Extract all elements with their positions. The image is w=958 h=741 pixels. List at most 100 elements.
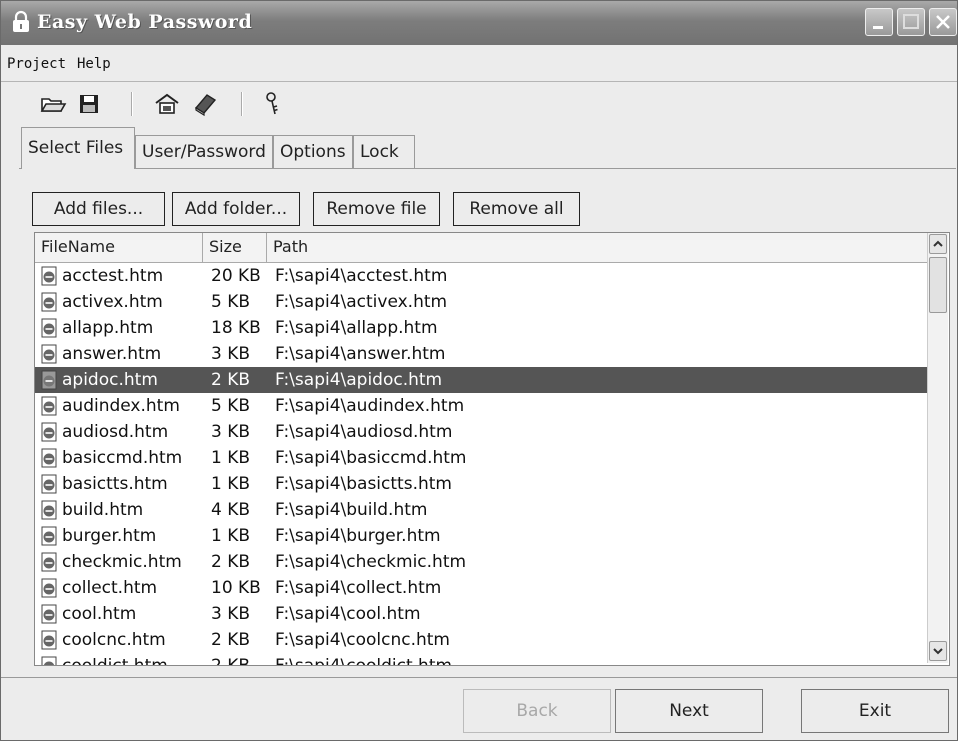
home-icon[interactable] xyxy=(153,90,181,118)
scroll-up-button[interactable] xyxy=(929,234,947,254)
scroll-down-button[interactable] xyxy=(929,641,947,661)
file-size: 3 KB xyxy=(211,604,251,624)
remove-file-button[interactable]: Remove file xyxy=(313,192,440,226)
file-name: burger.htm xyxy=(62,526,157,546)
file-row[interactable]: audindex.htm 5 KB F:\sapi4\audindex.htm xyxy=(35,393,927,419)
title-bar[interactable]: Easy Web Password xyxy=(1,1,957,45)
file-row[interactable]: burger.htm 1 KB F:\sapi4\burger.htm xyxy=(35,523,927,549)
file-path: F:\sapi4\checkmic.htm xyxy=(275,552,467,572)
maximize-button[interactable] xyxy=(897,8,925,36)
file-row[interactable]: checkmic.htm 2 KB F:\sapi4\checkmic.htm xyxy=(35,549,927,575)
close-button[interactable] xyxy=(929,8,957,36)
file-name: build.htm xyxy=(62,500,144,520)
file-path: F:\sapi4\coolcnc.htm xyxy=(275,630,450,650)
chevron-up-icon xyxy=(933,240,943,247)
html-file-icon xyxy=(41,344,57,364)
remove-all-button[interactable]: Remove all xyxy=(453,192,580,226)
column-header-filename[interactable]: FileName xyxy=(35,233,203,262)
html-file-icon xyxy=(41,552,57,572)
file-size: 5 KB xyxy=(211,396,251,416)
scroll-thumb[interactable] xyxy=(929,257,947,313)
file-name: checkmic.htm xyxy=(62,552,182,572)
file-row[interactable]: cool.htm 3 KB F:\sapi4\cool.htm xyxy=(35,601,927,627)
file-size: 2 KB xyxy=(211,630,251,650)
file-path: F:\sapi4\burger.htm xyxy=(275,526,441,546)
column-header-size[interactable]: Size xyxy=(203,233,267,262)
open-folder-icon[interactable] xyxy=(39,90,67,118)
next-button[interactable]: Next xyxy=(615,689,763,733)
file-path: F:\sapi4\build.htm xyxy=(275,500,428,520)
file-name: cool.htm xyxy=(62,604,137,624)
file-row[interactable]: activex.htm 5 KB F:\sapi4\activex.htm xyxy=(35,289,927,315)
minimize-button[interactable] xyxy=(865,8,893,36)
file-name: basiccmd.htm xyxy=(62,448,183,468)
tab-select-files[interactable]: Select Files xyxy=(21,127,135,169)
file-size: 2 KB xyxy=(211,552,251,572)
html-file-icon xyxy=(41,578,57,598)
maximize-icon xyxy=(903,14,919,29)
file-name: audindex.htm xyxy=(62,396,180,416)
file-path: F:\sapi4\cooldict.htm xyxy=(275,656,453,666)
file-size: 4 KB xyxy=(211,500,251,520)
file-row[interactable]: apidoc.htm 2 KB F:\sapi4\apidoc.htm xyxy=(35,367,927,393)
file-size: 5 KB xyxy=(211,292,251,312)
menu-bar: Project Help xyxy=(1,47,957,82)
tab-label: Select Files xyxy=(28,138,124,158)
file-row[interactable]: answer.htm 3 KB F:\sapi4\answer.htm xyxy=(35,341,927,367)
file-size: 3 KB xyxy=(211,422,251,442)
file-row[interactable]: build.htm 4 KB F:\sapi4\build.htm xyxy=(35,497,927,523)
toolbar-separator xyxy=(241,92,243,116)
lock-icon xyxy=(13,10,29,32)
html-file-icon xyxy=(41,422,57,442)
back-button[interactable]: Back xyxy=(463,689,611,733)
minimize-icon xyxy=(873,26,883,29)
tab-lock[interactable]: Lock xyxy=(353,135,415,169)
tab-label: Options xyxy=(280,142,346,162)
file-row[interactable]: audiosd.htm 3 KB F:\sapi4\audiosd.htm xyxy=(35,419,927,445)
file-row[interactable]: cooldict.htm 2 KB F:\sapi4\cooldict.htm xyxy=(35,653,927,666)
html-file-icon xyxy=(41,604,57,624)
file-size: 20 KB xyxy=(211,266,261,286)
column-header-path[interactable]: Path xyxy=(267,233,927,262)
save-icon[interactable] xyxy=(75,90,103,118)
file-name: allapp.htm xyxy=(62,318,154,338)
toolbar-separator xyxy=(131,92,133,116)
file-name: audiosd.htm xyxy=(62,422,169,442)
file-size: 2 KB xyxy=(211,370,251,390)
tab-user-password[interactable]: User/Password xyxy=(135,135,273,169)
list-header: FileName Size Path xyxy=(35,233,927,263)
file-row[interactable]: collect.htm 10 KB F:\sapi4\collect.htm xyxy=(35,575,927,601)
file-row[interactable]: acctest.htm 20 KB F:\sapi4\acctest.htm xyxy=(35,263,927,289)
file-list[interactable]: FileName Size Path acctest.htm 20 KB F:\sa… xyxy=(34,232,950,666)
file-size: 1 KB xyxy=(211,474,251,494)
key-icon[interactable] xyxy=(259,90,287,118)
file-row[interactable]: coolcnc.htm 2 KB F:\sapi4\coolcnc.htm xyxy=(35,627,927,653)
file-size: 1 KB xyxy=(211,448,251,468)
file-path: F:\sapi4\answer.htm xyxy=(275,344,446,364)
file-row[interactable]: basiccmd.htm 1 KB F:\sapi4\basiccmd.htm xyxy=(35,445,927,471)
html-file-icon xyxy=(41,474,57,494)
file-name: collect.htm xyxy=(62,578,158,598)
menu-help[interactable]: Help xyxy=(77,56,111,72)
file-path: F:\sapi4\acctest.htm xyxy=(275,266,448,286)
html-file-icon xyxy=(41,266,57,286)
file-size: 2 KB xyxy=(211,656,251,666)
html-file-icon xyxy=(41,656,57,665)
file-path: F:\sapi4\basictts.htm xyxy=(275,474,452,494)
tab-label: Lock xyxy=(360,142,399,162)
menu-project[interactable]: Project xyxy=(7,56,66,72)
window-title: Easy Web Password xyxy=(37,11,253,33)
file-row[interactable]: basictts.htm 1 KB F:\sapi4\basictts.htm xyxy=(35,471,927,497)
footer-divider xyxy=(1,677,957,678)
file-name: acctest.htm xyxy=(62,266,164,286)
file-path: F:\sapi4\cool.htm xyxy=(275,604,421,624)
tab-options[interactable]: Options xyxy=(273,135,353,169)
add-files-button[interactable]: Add files... xyxy=(32,192,165,226)
html-file-icon xyxy=(41,370,57,390)
file-row[interactable]: allapp.htm 18 KB F:\sapi4\allapp.htm xyxy=(35,315,927,341)
vertical-scrollbar[interactable] xyxy=(927,233,948,663)
file-size: 1 KB xyxy=(211,526,251,546)
book-icon[interactable] xyxy=(191,90,219,118)
add-folder-button[interactable]: Add folder... xyxy=(172,192,300,226)
exit-button[interactable]: Exit xyxy=(801,689,949,733)
